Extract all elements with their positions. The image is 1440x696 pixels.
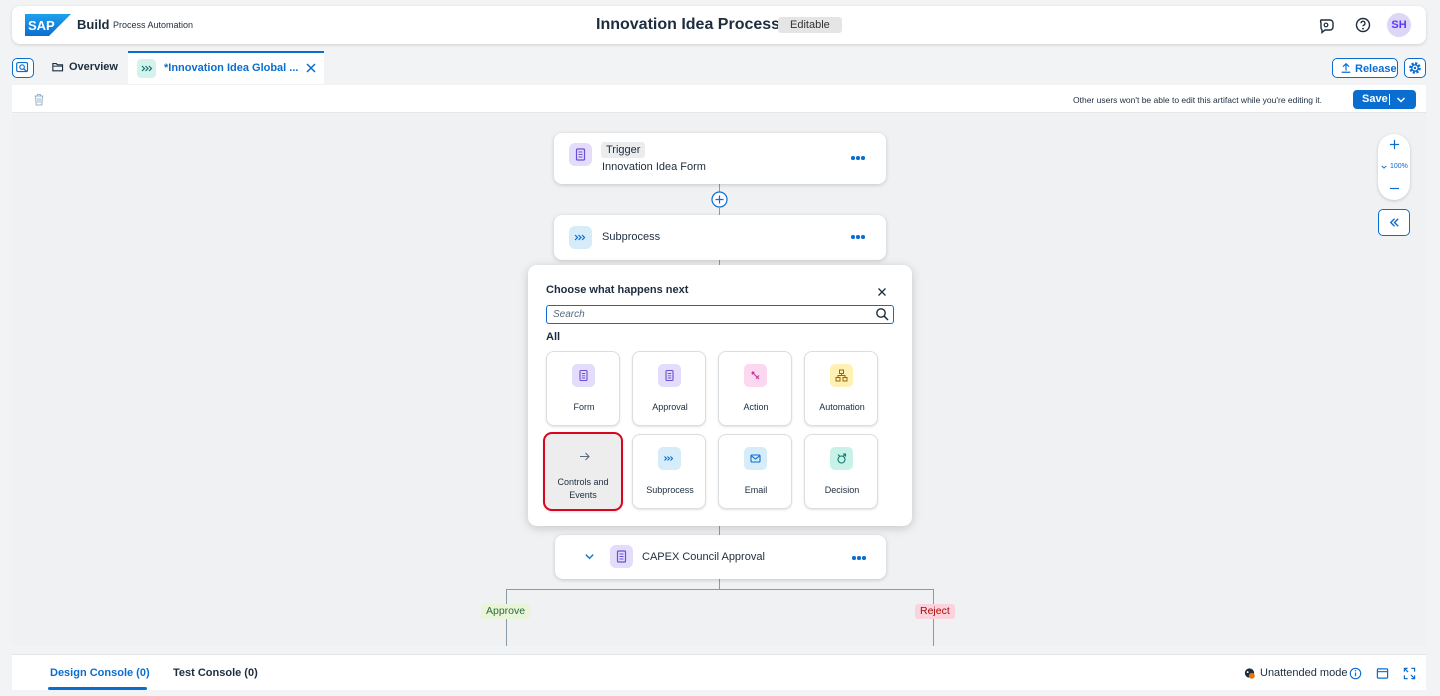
subprocess-icon xyxy=(137,59,156,78)
tab-test-console[interactable]: Test Console (0) xyxy=(173,667,258,679)
delete-icon[interactable] xyxy=(33,93,45,106)
panel-icon[interactable] xyxy=(1376,667,1389,680)
process-canvas[interactable]: Trigger Innovation Idea Form Subprocess … xyxy=(12,114,1426,646)
approve-branch-label[interactable]: Approve xyxy=(481,604,531,619)
subprocess-node[interactable]: Subprocess xyxy=(554,215,886,260)
tab-design-console[interactable]: Design Console (0) xyxy=(50,667,150,679)
tile-controls-and-events[interactable]: Controls and Events xyxy=(543,432,623,511)
decision-icon xyxy=(830,447,853,470)
joule-icon[interactable] xyxy=(1318,16,1336,34)
subprocess-icon xyxy=(569,226,592,249)
zoom-level[interactable]: 100% xyxy=(1390,163,1408,170)
tile-label: Decision xyxy=(824,485,860,495)
tab-bar: Overview *Innovation Idea Global ... Rel… xyxy=(0,50,1440,84)
zoom-in-icon[interactable] xyxy=(1389,139,1400,150)
collapse-panel-button[interactable] xyxy=(1378,209,1410,236)
zoom-controls: 100% xyxy=(1378,134,1410,200)
approval-icon xyxy=(658,364,681,387)
console-bar: Design Console (0) Test Console (0) Unat… xyxy=(12,654,1426,690)
tile-label: Email xyxy=(744,485,768,495)
tile-email[interactable]: Email xyxy=(718,434,792,509)
trigger-tag: Trigger xyxy=(601,142,646,158)
tile-decision[interactable]: Decision xyxy=(804,434,878,509)
tile-label: Controls and Events xyxy=(557,477,609,500)
help-icon[interactable] xyxy=(1354,16,1372,34)
section-label: All xyxy=(546,331,561,343)
find-button[interactable] xyxy=(12,58,34,78)
trigger-name: Innovation Idea Form xyxy=(602,161,706,173)
trigger-node[interactable]: Trigger Innovation Idea Form xyxy=(554,133,886,184)
popover-title: Choose what happens next xyxy=(546,284,689,296)
release-button[interactable]: Release xyxy=(1332,58,1398,78)
release-label: Release xyxy=(1355,63,1397,75)
search-icon[interactable] xyxy=(875,307,889,321)
save-button[interactable]: Save xyxy=(1353,90,1416,109)
more-options-icon[interactable] xyxy=(851,156,865,160)
close-icon[interactable] xyxy=(877,287,887,297)
shell-bar: SAP Build Process Automation Innovation … xyxy=(12,6,1426,44)
tab-overview-label: Overview xyxy=(69,61,118,73)
edit-lock-notice: Other users won't be able to edit this a… xyxy=(1073,95,1322,105)
chevron-down-icon[interactable] xyxy=(1381,164,1387,170)
robot-icon xyxy=(1244,668,1255,679)
zoom-out-icon[interactable] xyxy=(1389,183,1400,194)
chevron-down-icon[interactable] xyxy=(584,551,595,562)
add-step-icon[interactable] xyxy=(711,191,728,208)
tile-subprocess[interactable]: Subprocess xyxy=(632,434,706,509)
tab-active-label: *Innovation Idea Global ... xyxy=(164,62,299,74)
tile-label: Approval xyxy=(652,402,688,412)
subprocess-icon xyxy=(658,447,681,470)
tile-action[interactable]: Action xyxy=(718,351,792,426)
search-input[interactable] xyxy=(546,305,894,324)
tile-label: Automation xyxy=(819,402,865,412)
tile-label: Action xyxy=(743,402,769,412)
info-icon[interactable] xyxy=(1349,667,1362,680)
page-title: Innovation Idea Process xyxy=(596,16,781,33)
upload-icon xyxy=(1341,62,1351,73)
avatar[interactable]: SH xyxy=(1387,13,1411,37)
tile-form[interactable]: Form xyxy=(546,351,620,426)
tile-label: Form xyxy=(573,402,595,412)
settings-button[interactable] xyxy=(1404,58,1426,78)
email-icon xyxy=(744,447,767,470)
arrow-right-icon xyxy=(573,445,596,468)
more-options-icon[interactable] xyxy=(851,235,865,239)
approval-icon xyxy=(610,545,633,568)
sap-logo[interactable]: SAP xyxy=(25,14,71,36)
tile-label: Subprocess xyxy=(646,485,694,495)
reject-branch-label[interactable]: Reject xyxy=(915,604,955,619)
tile-automation[interactable]: Automation xyxy=(804,351,878,426)
folder-icon xyxy=(52,63,64,72)
sap-logo-text: SAP xyxy=(28,18,55,33)
form-icon xyxy=(572,364,595,387)
save-label: Save xyxy=(1362,93,1388,105)
form-icon xyxy=(569,143,592,166)
chevron-down-icon[interactable] xyxy=(1396,95,1406,105)
unattended-mode-label: Unattended mode xyxy=(1260,667,1348,679)
tab-innovation-idea-global[interactable]: *Innovation Idea Global ... xyxy=(128,51,324,84)
double-chevron-left-icon xyxy=(1389,218,1399,227)
approval-node[interactable]: CAPEX Council Approval xyxy=(555,535,886,579)
tile-approval[interactable]: Approval xyxy=(632,351,706,426)
brand-subtitle: Process Automation xyxy=(113,20,194,30)
find-icon xyxy=(16,62,29,73)
active-tab-indicator xyxy=(48,687,147,690)
close-icon[interactable] xyxy=(304,61,318,75)
editor-toolbar: Other users won't be able to edit this a… xyxy=(12,85,1426,113)
brand-name: Build xyxy=(77,17,110,32)
choose-next-popover: Choose what happens next All Form Approv… xyxy=(528,265,912,526)
automation-icon xyxy=(830,364,853,387)
approval-name: CAPEX Council Approval xyxy=(642,551,765,563)
expand-icon[interactable] xyxy=(1403,667,1416,680)
more-options-icon[interactable] xyxy=(852,556,866,560)
gear-icon xyxy=(1409,62,1421,74)
action-icon xyxy=(744,364,767,387)
status-badge: Editable xyxy=(778,17,842,33)
subprocess-name: Subprocess xyxy=(602,231,661,243)
